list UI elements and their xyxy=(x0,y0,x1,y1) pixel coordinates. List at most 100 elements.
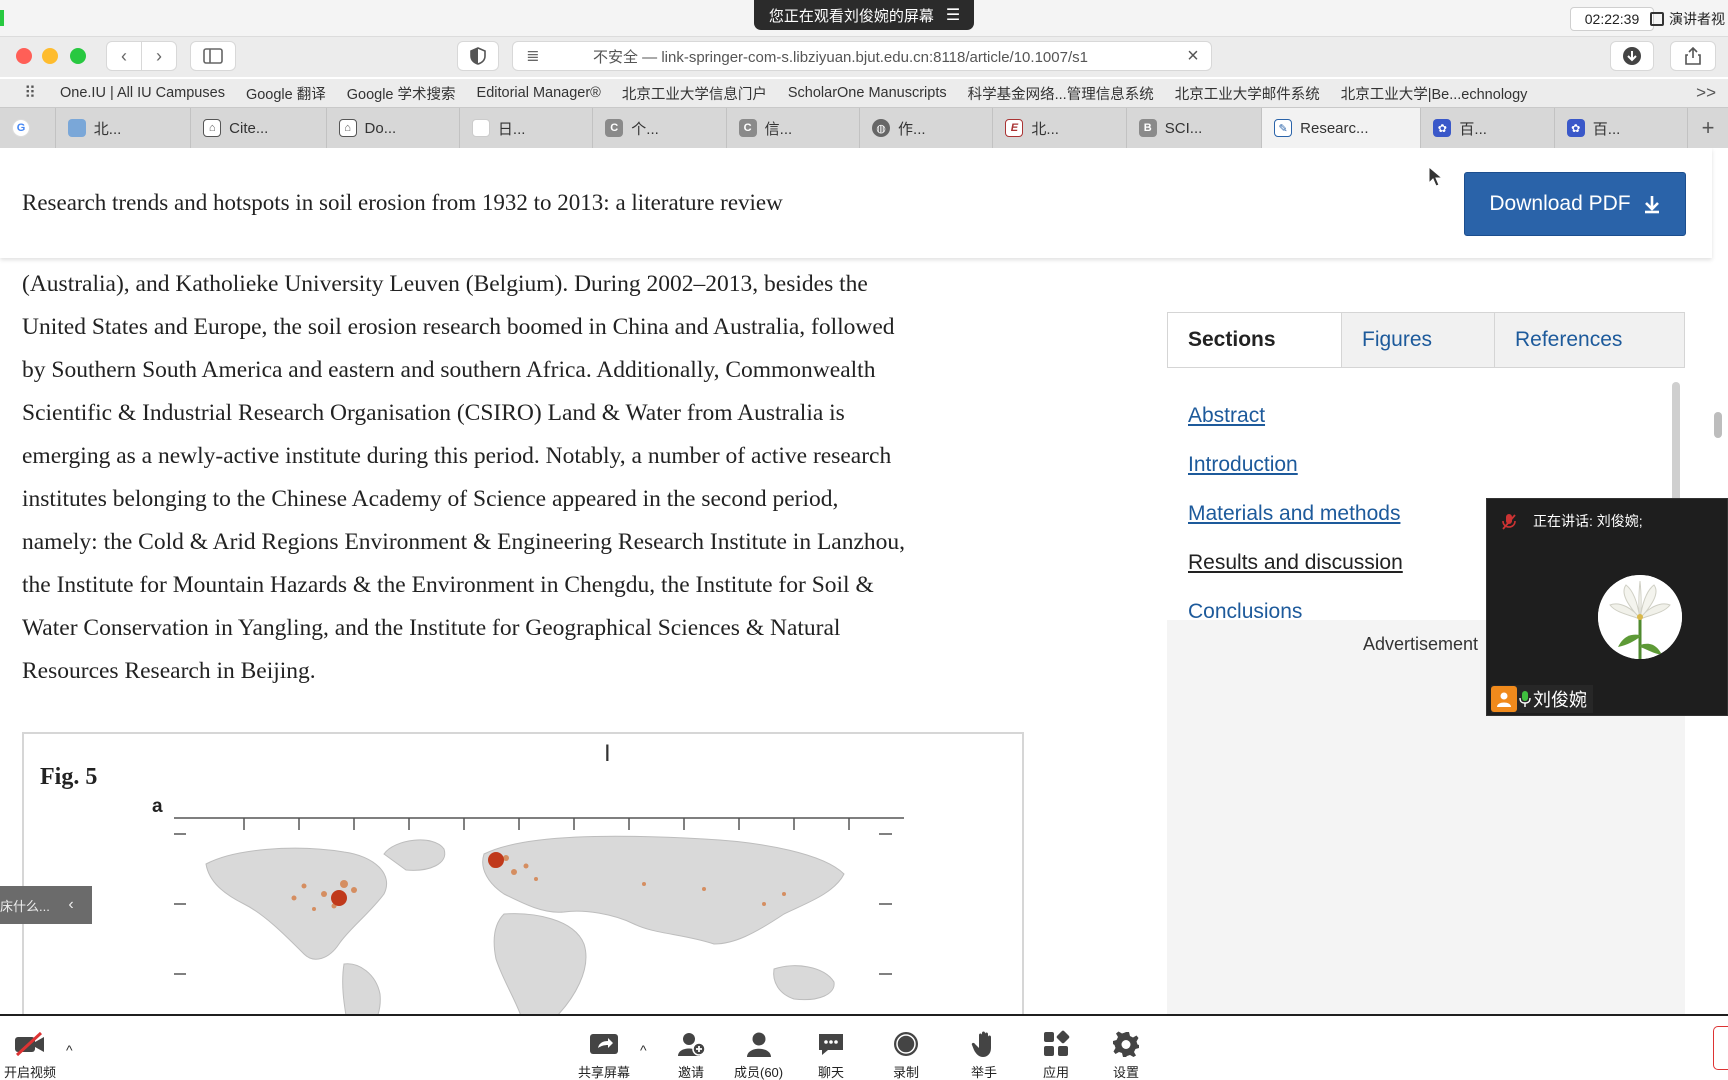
reader-icon[interactable]: ≣ xyxy=(513,46,553,66)
image-icon xyxy=(67,119,86,137)
bookmark-item[interactable]: One.IU | All IU Campuses xyxy=(60,85,225,101)
section-link-abstract[interactable]: Abstract xyxy=(1188,404,1265,428)
tab[interactable]: 日... xyxy=(460,108,594,148)
downloads-button[interactable] xyxy=(1610,41,1654,71)
window-maximize-button[interactable] xyxy=(70,48,86,64)
participants-icon xyxy=(745,1030,773,1058)
forward-button[interactable]: › xyxy=(141,41,177,71)
raise-hand-label: 举手 xyxy=(971,1065,998,1080)
video-off-icon xyxy=(13,1030,47,1058)
apps-button[interactable]: 应用 xyxy=(1042,1030,1070,1080)
raise-hand-button[interactable]: 举手 xyxy=(971,1030,997,1080)
meeting-control-bar: 开启视频 ^ 共享屏幕 ^ 邀请 成员(60) 聊天 录制 举手 应用 设置 xyxy=(0,1014,1728,1080)
share-button[interactable] xyxy=(1670,41,1716,71)
tab-references[interactable]: References xyxy=(1494,313,1684,367)
stop-loading-icon[interactable]: × xyxy=(1175,45,1211,68)
chevron-left-icon[interactable]: ‹ xyxy=(50,896,92,914)
text-line: Resources Research in Beijing. xyxy=(22,658,316,684)
tab-label: 日... xyxy=(497,120,526,138)
tab-google[interactable]: G xyxy=(0,108,56,148)
tab[interactable]: ✿ 百... xyxy=(1555,108,1689,148)
tab-label: 北... xyxy=(1031,120,1059,138)
baidu-icon: ✿ xyxy=(1566,119,1585,137)
bookmark-item[interactable]: Editorial Manager® xyxy=(477,85,601,101)
record-icon xyxy=(892,1030,920,1058)
new-tab-button[interactable]: + xyxy=(1688,108,1728,148)
bookmark-item[interactable]: 北京工业大学邮件系统 xyxy=(1175,83,1320,104)
bookmark-item[interactable]: Google 翻译 xyxy=(246,83,326,104)
participants-button[interactable]: 成员(60) xyxy=(734,1030,783,1080)
chat-button[interactable]: 聊天 xyxy=(816,1030,846,1080)
address-bar[interactable]: ≣ 不安全 — link-springer-com-s.libziyuan.bj… xyxy=(512,41,1212,71)
tab[interactable]: 北... xyxy=(56,108,192,148)
tab[interactable]: C 个... xyxy=(593,108,727,148)
section-link-materials-methods[interactable]: Materials and methods xyxy=(1188,502,1400,526)
window-close-button[interactable] xyxy=(16,48,32,64)
screen-share-banner[interactable]: 您正在观看刘俊婉的屏幕 ☰ xyxy=(754,0,974,30)
bookmark-item[interactable]: ScholarOne Manuscripts xyxy=(788,85,947,101)
e-icon: E xyxy=(1005,119,1024,137)
bookmark-item[interactable]: 北京工业大学|Be...echnology xyxy=(1341,83,1528,104)
tab[interactable]: ✿ 百... xyxy=(1421,108,1555,148)
meeting-clock: 02:22:39 xyxy=(1570,7,1654,31)
share-options-caret[interactable]: ^ xyxy=(640,1042,647,1058)
bookmark-item[interactable]: Google 学术搜索 xyxy=(347,83,456,104)
text-line: Scientific & Industrial Research Organis… xyxy=(22,400,845,426)
share-screen-label: 共享屏幕 xyxy=(578,1065,631,1080)
page-scrollbar[interactable] xyxy=(1714,412,1722,438)
tab-label: Cite... xyxy=(229,119,269,137)
section-link-results-discussion[interactable]: Results and discussion xyxy=(1188,551,1403,575)
invite-label: 邀请 xyxy=(677,1065,704,1080)
tab[interactable]: C 信... xyxy=(727,108,861,148)
download-pdf-button[interactable]: Download PDF xyxy=(1464,172,1686,236)
advertisement-label: Advertisement xyxy=(1363,634,1479,654)
sidebar-toggle-button[interactable] xyxy=(190,41,236,71)
tab[interactable]: B SCI... xyxy=(1127,108,1263,148)
bookmarks-overflow-button[interactable]: >> xyxy=(1696,83,1716,103)
participants-label: 成员(60) xyxy=(734,1065,784,1080)
tab[interactable]: ⌂ Cite... xyxy=(191,108,327,148)
settings-label: 设置 xyxy=(1112,1065,1139,1080)
add-user-icon xyxy=(676,1030,706,1058)
speaker-avatar xyxy=(1598,575,1682,659)
share-screen-button[interactable]: 共享屏幕 xyxy=(578,1030,630,1080)
text-line: institutes belonging to the Chinese Acad… xyxy=(22,486,839,512)
text-line: United States and Europe, the soil erosi… xyxy=(22,314,895,340)
leave-button-edge[interactable] xyxy=(1713,1026,1728,1070)
meeting-top-bar: 您正在观看刘俊婉的屏幕 ☰ 02:22:39 演讲者视 xyxy=(0,0,1728,37)
window-minimize-button[interactable] xyxy=(42,48,58,64)
speaker-name-tag: 刘俊婉 xyxy=(1491,685,1593,713)
tab[interactable]: ◍ 作... xyxy=(860,108,994,148)
presenter-view-button[interactable]: 演讲者视 xyxy=(1646,7,1728,31)
settings-button[interactable]: 设置 xyxy=(1112,1030,1140,1080)
section-link-introduction[interactable]: Introduction xyxy=(1188,453,1298,477)
chevron-right-icon: › xyxy=(156,45,162,66)
tab-sections[interactable]: Sections xyxy=(1168,313,1341,367)
figure-5[interactable]: Fig. 5 a xyxy=(22,732,1024,1014)
start-video-button[interactable]: 开启视频 xyxy=(4,1030,56,1080)
video-options-caret[interactable]: ^ xyxy=(66,1042,73,1058)
tab-figures[interactable]: Figures xyxy=(1341,313,1494,367)
layout-icon xyxy=(1650,12,1664,26)
tab-active[interactable]: ✎ Researc... xyxy=(1262,108,1422,148)
building-icon: ⌂ xyxy=(203,119,222,137)
side-widget-text: 床什么... xyxy=(0,898,50,914)
back-button[interactable]: ‹ xyxy=(106,41,142,71)
invite-button[interactable]: 邀请 xyxy=(676,1030,706,1080)
tab[interactable]: ⌂ Do... xyxy=(327,108,460,148)
tab[interactable]: E 北... xyxy=(993,108,1127,148)
text-line: (Australia), and Katholieke University L… xyxy=(22,271,868,297)
bookmark-item[interactable]: 科学基金网络...管理信息系统 xyxy=(968,83,1154,104)
speaker-video-panel[interactable]: 正在讲话: 刘俊婉; 刘俊婉 xyxy=(1486,498,1728,716)
article-title: Research trends and hotspots in soil ero… xyxy=(22,190,783,215)
menu-icon[interactable]: ☰ xyxy=(946,5,960,25)
privacy-shield-button[interactable] xyxy=(457,41,499,71)
collapsed-side-widget[interactable]: 床什么... ‹ xyxy=(0,886,92,924)
google-icon: G xyxy=(12,119,30,137)
bookmark-item[interactable]: 北京工业大学信息门户 xyxy=(622,83,767,104)
b-icon: B xyxy=(1138,119,1157,137)
grid-icon[interactable]: ⠿ xyxy=(0,83,60,103)
record-button[interactable]: 录制 xyxy=(892,1030,920,1080)
text-line: emerging as a newly-active institute dur… xyxy=(22,443,892,469)
figure-label: Fig. 5 xyxy=(40,764,98,790)
